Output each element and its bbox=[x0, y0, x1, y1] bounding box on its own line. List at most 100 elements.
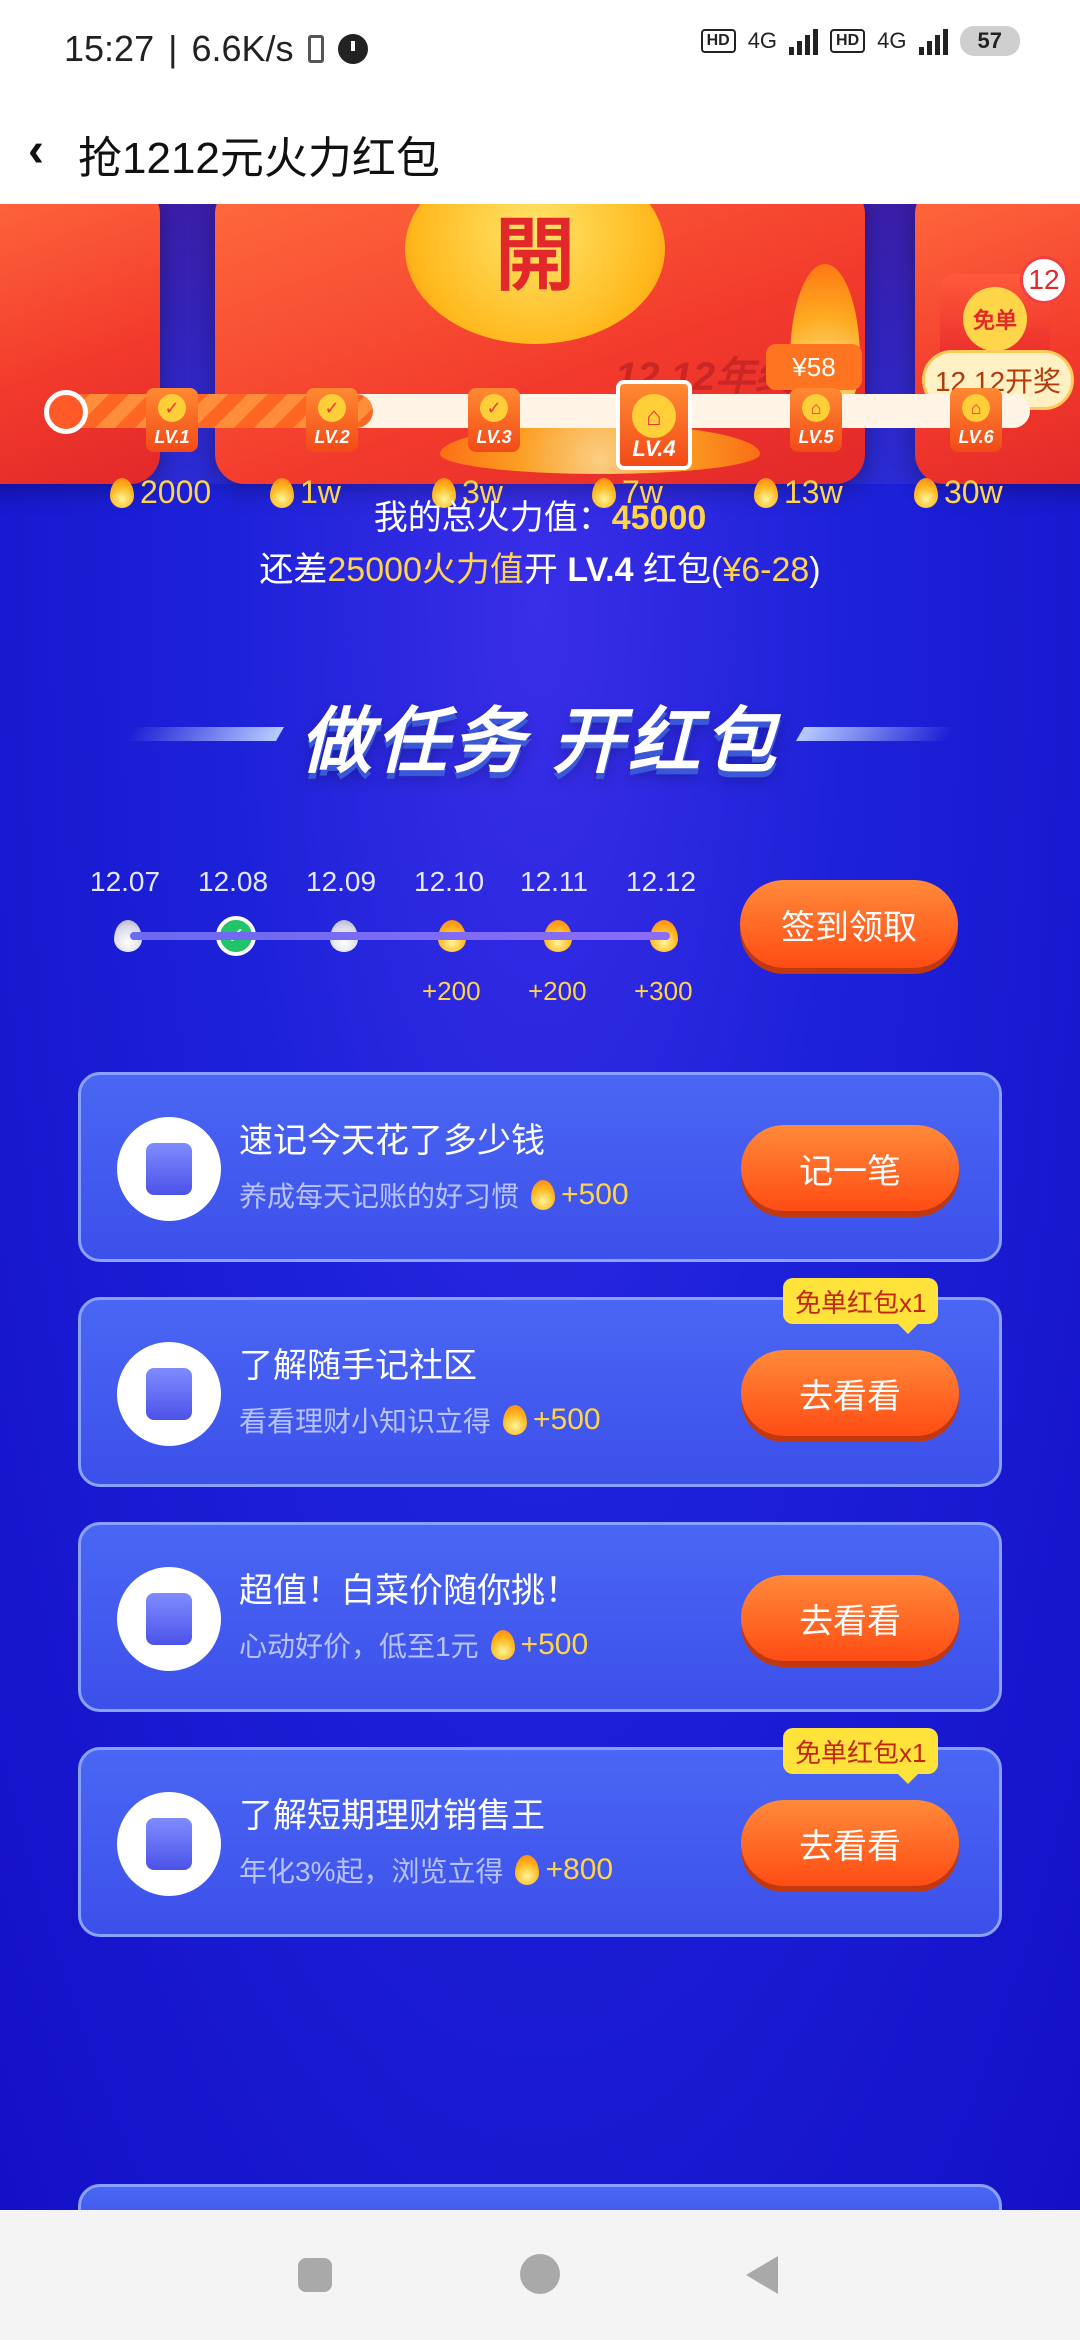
alarm-icon bbox=[337, 34, 368, 64]
flame-icon bbox=[515, 1855, 540, 1885]
shopping-bag-icon bbox=[117, 1567, 221, 1671]
task-card[interactable]: 超值！白菜价随你挑！ 心动好价，低至1元 +500 去看看 bbox=[78, 1522, 1002, 1712]
system-navigation-bar bbox=[0, 2210, 1080, 2340]
need-suffix: 红包( bbox=[633, 551, 723, 589]
task-points: +500 bbox=[531, 1178, 629, 1212]
hd-badge-2: HD bbox=[830, 29, 866, 53]
task-points: +500 bbox=[503, 1403, 601, 1437]
level-label: LV.4 bbox=[632, 436, 676, 461]
progress-start-dot bbox=[44, 390, 88, 434]
task-points: +500 bbox=[490, 1628, 589, 1662]
vibrate-icon bbox=[307, 35, 324, 63]
signal-icon-1 bbox=[789, 27, 819, 55]
icon-glyph bbox=[146, 1368, 192, 1420]
checkin-date: 12.12 bbox=[626, 866, 697, 897]
checkin-line bbox=[130, 932, 670, 940]
recent-apps-button[interactable] bbox=[298, 2258, 332, 2292]
task-action-button[interactable]: 记一笔 bbox=[741, 1125, 959, 1211]
title-bar-left bbox=[125, 727, 285, 741]
home-button[interactable] bbox=[520, 2254, 560, 2294]
task-title: 超值！白菜价随你挑！ bbox=[239, 1572, 579, 1610]
total-value: 45000 bbox=[611, 499, 707, 537]
pen-icon bbox=[117, 1117, 221, 1221]
status-divider: | bbox=[168, 28, 178, 69]
level-marker-6[interactable]: ⌂ LV.6 bbox=[950, 388, 1002, 452]
task-subtitle-text: 看看理财小知识立得 bbox=[239, 1406, 492, 1437]
check-icon: ✓ bbox=[480, 394, 508, 422]
status-right: HD 4G HD 4G 57 bbox=[700, 26, 1020, 56]
free-badge-label: 免单 bbox=[963, 287, 1027, 351]
task-card[interactable]: 速记今天花了多少钱 养成每天记账的好习惯 +500 记一笔 bbox=[78, 1072, 1002, 1262]
hd-badge-1: HD bbox=[700, 29, 736, 53]
check-icon: ✓ bbox=[318, 394, 346, 422]
checkin-bonus: +200 bbox=[528, 976, 587, 1006]
task-card[interactable]: 了解短期理财销售王 年化3%起，浏览立得 +800 去看看 免单红包x1 bbox=[78, 1728, 1002, 1937]
level-marker-4[interactable]: ⌂ LV.4 bbox=[616, 380, 692, 470]
task-card[interactable]: 了解随手记社区看看理财小知识立得 +500 去看看 免单红包x1 bbox=[78, 1278, 1002, 1487]
task-action-button[interactable]: 去看看 bbox=[741, 1350, 959, 1436]
section-title: 做任务 开红包 bbox=[0, 684, 1080, 784]
network-type-1: 4G bbox=[747, 28, 778, 53]
flame-icon bbox=[503, 1405, 528, 1435]
task-subtitle: 心动好价，低至1元 +500 bbox=[239, 1625, 588, 1665]
task-points-value: +500 bbox=[533, 1403, 601, 1436]
checkin-button[interactable]: 签到领取 bbox=[740, 880, 958, 968]
check-icon: ✓ bbox=[158, 394, 186, 422]
page-title: 抢1212元火力红包 bbox=[78, 134, 440, 183]
icon-glyph bbox=[146, 1818, 192, 1870]
free-count-badge: 12 bbox=[1020, 256, 1068, 304]
status-time: 15:27 bbox=[64, 28, 155, 69]
need-close: ) bbox=[809, 551, 821, 589]
battery-indicator: 57 bbox=[959, 26, 1020, 56]
need-prefix: 还差 bbox=[259, 551, 328, 589]
back-button[interactable] bbox=[746, 2256, 778, 2294]
level-marker-5[interactable]: ⌂ LV.5 bbox=[790, 388, 842, 452]
task-subtitle-text: 心动好价，低至1元 bbox=[239, 1631, 479, 1662]
task-points-value: +500 bbox=[520, 1628, 589, 1661]
flame-icon bbox=[531, 1180, 556, 1210]
need-range: ¥6-28 bbox=[722, 551, 810, 589]
checkin-bonus: +300 bbox=[634, 976, 693, 1006]
title-bar-right bbox=[795, 727, 955, 741]
total-firepower: 我的总火力值：45000 bbox=[0, 490, 1080, 539]
lock-icon: ⌂ bbox=[802, 394, 830, 422]
task-title: 速记今天花了多少钱 bbox=[239, 1122, 545, 1160]
need-value: 25000火力值 bbox=[327, 551, 524, 589]
status-bar: 15:27 | 6.6K/s HD 4G HD 4G 57 bbox=[0, 0, 1080, 100]
task-points-value: +500 bbox=[561, 1178, 629, 1211]
level-label: LV.1 bbox=[154, 427, 190, 447]
next-level-hint: 还差25000火力值开 LV.4 红包(¥6-28) bbox=[0, 542, 1080, 591]
need-level: LV.4 bbox=[567, 551, 634, 589]
task-title: 了解随手记社区 bbox=[239, 1347, 477, 1385]
signal-icon-2 bbox=[918, 27, 948, 55]
chevron-left-icon[interactable]: ‹ bbox=[28, 126, 68, 176]
status-net-speed: 6.6K/s bbox=[191, 28, 294, 69]
checkin-date: 12.10 bbox=[414, 866, 485, 897]
checkin-date: 12.11 bbox=[520, 866, 588, 897]
need-mid: 开 bbox=[523, 551, 568, 589]
level-price-tag: ¥58 bbox=[766, 344, 862, 390]
main-content[interactable]: 開 12.12年终狂欢 免单 12 12.12开奖 ¥58 ✓LV.1✓LV.2… bbox=[0, 204, 1080, 2210]
level-marker-2[interactable]: ✓ LV.2 bbox=[306, 388, 358, 452]
red-packet-left[interactable] bbox=[0, 204, 160, 484]
level-marker-1[interactable]: ✓ LV.1 bbox=[146, 388, 198, 452]
level-label: LV.6 bbox=[958, 427, 994, 447]
total-label: 我的总火力值： bbox=[373, 499, 612, 537]
task-subtitle-text: 年化3%起，浏览立得 bbox=[239, 1856, 504, 1887]
section-title-text: 做任务 开红包 bbox=[299, 701, 780, 782]
book-icon bbox=[117, 1342, 221, 1446]
status-left: 15:27 | 6.6K/s bbox=[64, 28, 368, 70]
flame-icon bbox=[490, 1630, 515, 1660]
free-packet-tip: 免单红包x1 bbox=[783, 1278, 939, 1334]
task-subtitle: 看看理财小知识立得 +500 bbox=[239, 1400, 601, 1440]
task-action-button[interactable]: 去看看 bbox=[741, 1800, 959, 1886]
level-label: LV.5 bbox=[798, 427, 834, 447]
icon-glyph bbox=[146, 1143, 192, 1195]
task-action-button[interactable]: 去看看 bbox=[741, 1575, 959, 1661]
checkin-date: 12.08 bbox=[198, 866, 269, 897]
checkin-bonus: +200 bbox=[422, 976, 481, 1006]
page-header: ‹ 抢1212元火力红包 bbox=[0, 100, 1080, 204]
lock-icon: ⌂ bbox=[632, 394, 676, 438]
open-coin-button[interactable]: 開 bbox=[405, 204, 665, 344]
level-marker-3[interactable]: ✓ LV.3 bbox=[468, 388, 520, 452]
